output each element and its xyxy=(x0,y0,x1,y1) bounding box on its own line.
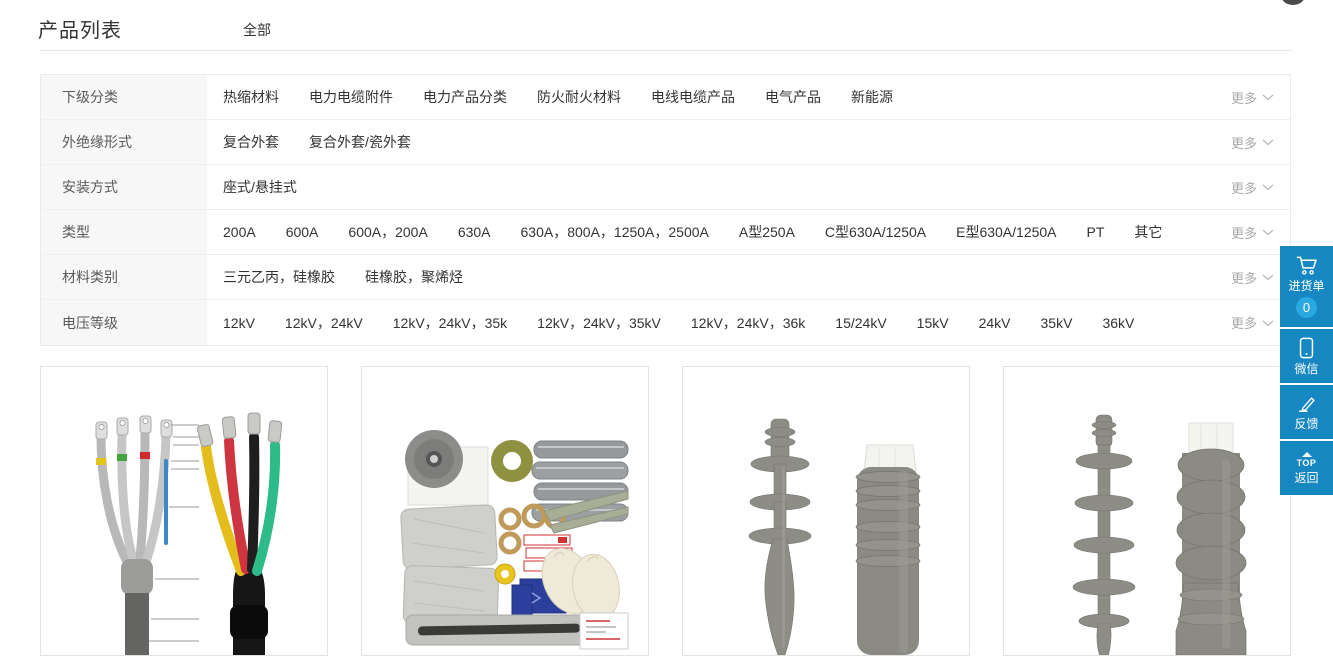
filter-row-label: 材料类别 xyxy=(41,255,207,299)
filter-option[interactable]: 15kV xyxy=(917,315,949,331)
filter-row-label: 外绝缘形式 xyxy=(41,120,207,164)
filter-options: 200A 600A 600A，200A 630A 630A，800A，1250A，250… xyxy=(207,222,1212,242)
filter-option[interactable]: 电力产品分类 xyxy=(423,89,507,105)
cold-shrink-kit-image xyxy=(362,367,648,655)
cut-off-circle-icon xyxy=(1282,0,1304,5)
filter-option[interactable]: 630A，800A，1250A，2500A xyxy=(521,224,709,240)
filter-option[interactable]: 35kV xyxy=(1041,315,1073,331)
filter-row: 外绝缘形式复合外套 复合外套/瓷外套 更多 xyxy=(41,120,1290,165)
filter-option[interactable]: 防火耐火材料 xyxy=(537,89,621,105)
filter-option[interactable]: PT xyxy=(1087,224,1105,240)
filter-option[interactable]: 硅橡胶，聚烯烃 xyxy=(365,269,463,285)
cable-termination-diagram-image xyxy=(41,367,327,655)
chevron-down-icon xyxy=(1262,229,1274,236)
sidebar-item-feedback[interactable]: 反馈 xyxy=(1280,385,1333,439)
filter-option[interactable]: C型630A/1250A xyxy=(825,224,926,240)
chevron-down-icon xyxy=(1262,320,1274,327)
filter-row: 下级分类热缩材料 电力电缆附件 电力产品分类 防火耐火材料 电线电缆产品 电气产品 新能源 更… xyxy=(41,75,1290,120)
product-card[interactable] xyxy=(1003,366,1291,656)
chevron-down-icon xyxy=(1262,274,1274,281)
tab-all[interactable]: 全部 xyxy=(243,20,271,40)
filter-option[interactable]: 12kV，24kV，36k xyxy=(691,315,805,331)
sidebar-item-label: 反馈 xyxy=(1294,418,1318,430)
more-label: 更多 xyxy=(1231,178,1257,197)
filter-option[interactable]: 三元乙丙，硅橡胶 xyxy=(223,269,335,285)
filter-option[interactable]: 电线电缆产品 xyxy=(651,89,735,105)
more-button[interactable]: 更多 xyxy=(1212,313,1290,332)
product-card-list xyxy=(40,366,1291,656)
filter-row-label: 安装方式 xyxy=(41,165,207,209)
filter-option[interactable]: 24kV xyxy=(979,315,1011,331)
filter-option[interactable]: E型630A/1250A xyxy=(956,224,1056,240)
filter-option[interactable]: 12kV，24kV，35k xyxy=(393,315,507,331)
filter-options: 三元乙丙，硅橡胶 硅橡胶，聚烯烃 xyxy=(207,267,1212,287)
filter-option[interactable]: 电力电缆附件 xyxy=(309,89,393,105)
filter-row-label: 下级分类 xyxy=(41,75,207,119)
filter-option[interactable]: 200A xyxy=(223,224,256,240)
filter-option[interactable]: 12kV xyxy=(223,315,255,331)
filter-option[interactable]: 600A xyxy=(286,224,319,240)
more-label: 更多 xyxy=(1231,268,1257,287)
filter-option[interactable]: 复合外套/瓷外套 xyxy=(309,134,411,150)
filter-option[interactable]: 630A xyxy=(458,224,491,240)
filter-row: 类型 200A 600A 600A，200A 630A 630A，800A，1250A，2… xyxy=(41,210,1290,255)
sidebar-item-label: 微信 xyxy=(1294,363,1318,375)
header-divider xyxy=(40,50,1293,51)
filter-option[interactable]: 热缩材料 xyxy=(223,89,279,105)
sidebar-item-label: 返回 xyxy=(1294,472,1318,484)
filter-options: 热缩材料 电力电缆附件 电力产品分类 防火耐火材料 电线电缆产品 电气产品 新能源 xyxy=(207,87,1212,107)
filter-option[interactable]: 电气产品 xyxy=(765,89,821,105)
filter-row-label: 类型 xyxy=(41,210,207,254)
chevron-down-icon xyxy=(1262,94,1274,101)
cold-shrink-termination-pair-a-image xyxy=(683,367,969,655)
filter-options: 12kV 12kV，24kV 12kV，24kV，35k 12kV，24kV，35kV… xyxy=(207,313,1212,333)
filter-option[interactable]: 12kV，24kV，35kV xyxy=(537,315,661,331)
filter-option[interactable]: 12kV，24kV xyxy=(285,315,363,331)
filter-options: 座式/悬挂式 xyxy=(207,177,1212,197)
product-card[interactable] xyxy=(682,366,970,656)
filter-option[interactable]: 新能源 xyxy=(851,89,893,105)
cart-count-badge: 0 xyxy=(1296,297,1317,318)
sidebar-item-back-top[interactable]: TOP 返回 xyxy=(1280,441,1333,495)
cart-icon xyxy=(1295,255,1319,276)
filter-option[interactable]: 复合外套 xyxy=(223,134,279,150)
filter-option[interactable]: 36kV xyxy=(1102,315,1134,331)
product-card[interactable] xyxy=(40,366,328,656)
more-label: 更多 xyxy=(1231,313,1257,332)
page-title: 产品列表 xyxy=(38,14,122,43)
filter-option[interactable]: A型250A xyxy=(739,224,795,240)
product-card[interactable] xyxy=(361,366,649,656)
filter-option[interactable]: 15/24kV xyxy=(835,315,886,331)
filter-row-label: 电压等级 xyxy=(41,300,207,345)
pencil-icon xyxy=(1297,394,1317,414)
more-label: 更多 xyxy=(1231,88,1257,107)
filter-row: 安装方式座式/悬挂式 更多 xyxy=(41,165,1290,210)
more-button[interactable]: 更多 xyxy=(1212,268,1290,287)
filter-table: 下级分类热缩材料电力电缆附件电力产品分类防火耐火材料电线电缆产品电气产品新能源更… xyxy=(40,74,1291,346)
sidebar-item-wechat[interactable]: 微信 xyxy=(1280,329,1333,383)
filter-options: 复合外套 复合外套/瓷外套 xyxy=(207,132,1212,152)
cold-shrink-termination-pair-b-image xyxy=(1004,367,1290,655)
filter-row: 材料类别三元乙丙，硅橡胶 硅橡胶，聚烯烃 更多 xyxy=(41,255,1290,300)
filter-row: 电压等级 12kV 12kV，24kV 12kV，24kV，35k 12kV，24kV，… xyxy=(41,300,1290,345)
sidebar-item-label: 进货单 xyxy=(1288,280,1324,292)
more-button[interactable]: 更多 xyxy=(1212,223,1290,242)
more-label: 更多 xyxy=(1231,223,1257,242)
chevron-down-icon xyxy=(1262,184,1274,191)
top-icon-text: TOP xyxy=(1297,459,1317,468)
chevron-down-icon xyxy=(1262,139,1274,146)
more-button[interactable]: 更多 xyxy=(1212,133,1290,152)
more-button[interactable]: 更多 xyxy=(1212,88,1290,107)
filter-option[interactable]: 座式/悬挂式 xyxy=(223,179,297,195)
filter-option[interactable]: 其它 xyxy=(1134,224,1162,240)
sidebar-item-cart[interactable]: 进货单 0 xyxy=(1280,246,1333,327)
phone-icon xyxy=(1299,337,1314,359)
more-button[interactable]: 更多 xyxy=(1212,178,1290,197)
filter-option[interactable]: 600A，200A xyxy=(348,224,427,240)
top-icon: TOP xyxy=(1297,452,1317,468)
floating-sidebar: 进货单 0 微信反馈 TOP 返回 xyxy=(1280,246,1333,497)
more-label: 更多 xyxy=(1231,133,1257,152)
